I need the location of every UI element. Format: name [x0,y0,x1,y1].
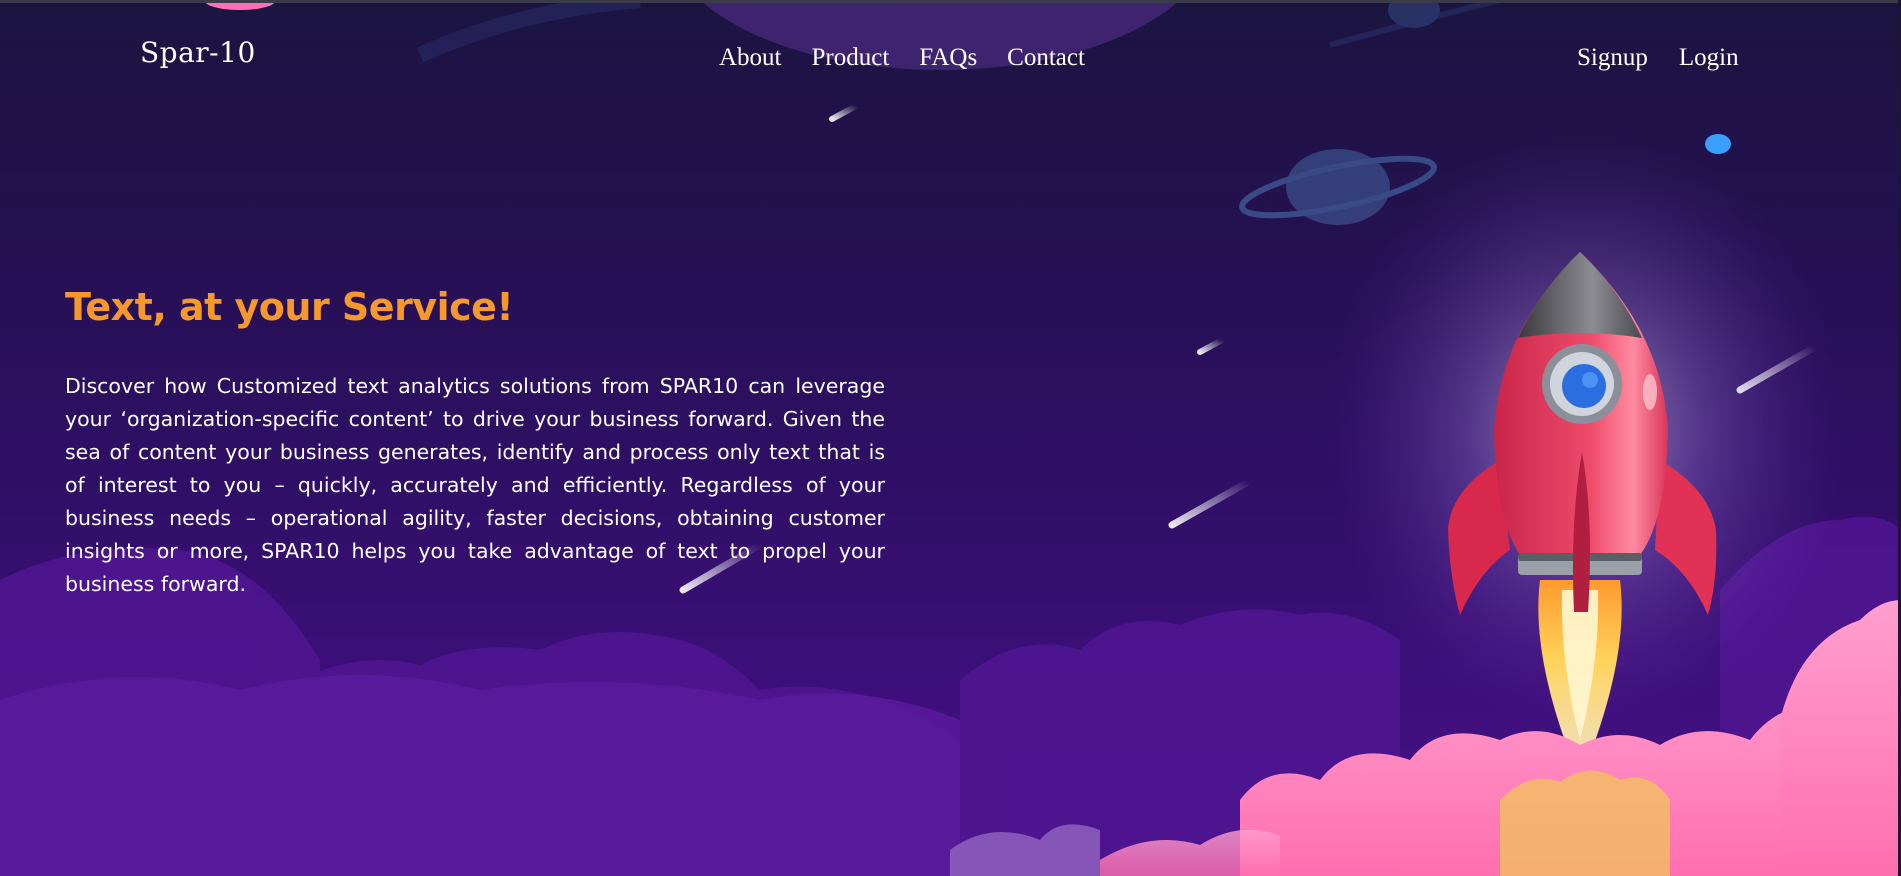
nav-link-about[interactable]: About [719,44,782,72]
blue-dot-icon [1705,134,1731,154]
hero-description: Discover how Customized text analytics s… [65,374,885,596]
hero-title: Text, at your Service! [65,285,514,329]
brand-logo[interactable]: Spar-10 [140,36,256,69]
page: Spar-10 About Product FAQs Contact Signu… [0,0,1901,876]
nav-link-signup[interactable]: Signup [1577,44,1648,72]
nav-link-contact[interactable]: Contact [1007,44,1085,72]
top-border [0,0,1901,3]
yellow-smoke [1500,770,1670,876]
nav-link-product[interactable]: Product [812,44,890,72]
auth-nav: Signup Login [1577,40,1770,76]
main-nav: About Product FAQs Contact [719,40,1115,76]
nav-link-login[interactable]: Login [1679,44,1739,72]
nav-link-faqs[interactable]: FAQs [919,44,977,72]
